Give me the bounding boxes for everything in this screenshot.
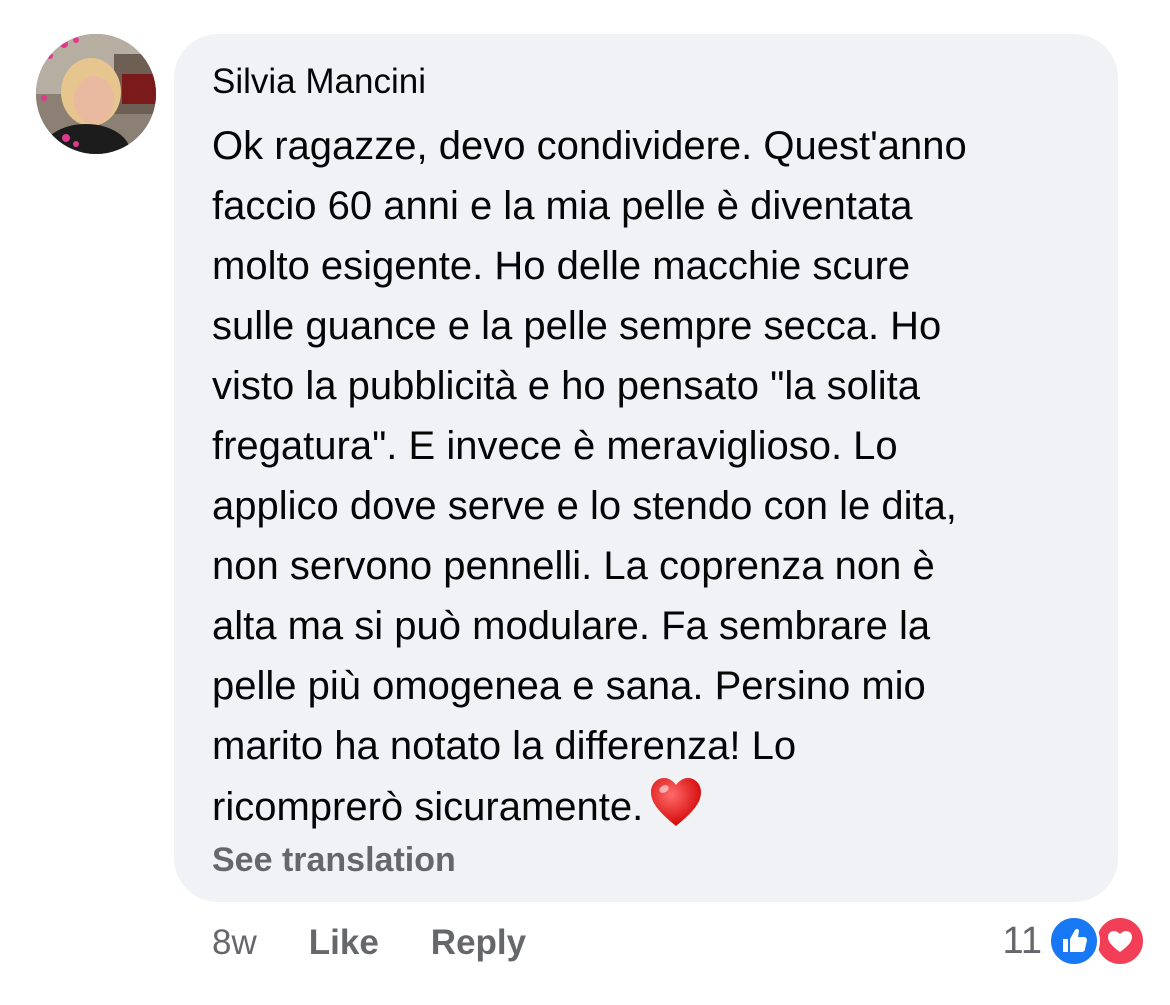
comment-line: non servono pennelli. La coprenza non è xyxy=(212,544,935,588)
comment-line: marito ha notato la differenza! Lo xyxy=(212,724,797,768)
comment-bubble: Silvia Mancini Ok ragazze, devo condivid… xyxy=(174,34,1118,902)
see-translation-link[interactable]: See translation xyxy=(212,840,456,880)
comment-line: alta ma si può modulare. Fa sembrare la xyxy=(212,604,931,648)
comment-line: faccio 60 anni e la mia pelle è diventat… xyxy=(212,184,913,228)
reaction-count: 11 xyxy=(1002,919,1042,962)
comment-line: applico dove serve e lo stendo con le di… xyxy=(212,484,957,528)
comment-text: Ok ragazze, devo condividere. Quest'anno… xyxy=(212,116,1102,845)
like-button[interactable]: Like xyxy=(309,923,379,963)
comment-timestamp[interactable]: 8w xyxy=(212,923,257,963)
comment-line: visto la pubblicità e ho pensato "la sol… xyxy=(212,364,920,408)
comment-line: fregatura". E invece è meraviglioso. Lo xyxy=(212,424,898,468)
author-name[interactable]: Silvia Mancini xyxy=(212,61,1118,103)
comment-actions: 8w Like Reply xyxy=(212,921,578,965)
reply-button[interactable]: Reply xyxy=(431,923,526,963)
comment-line: molto esigente. Ho delle macchie scure xyxy=(212,244,911,288)
heart-icon xyxy=(649,776,703,845)
avatar-image xyxy=(36,34,156,154)
like-reaction-icon xyxy=(1048,915,1100,967)
comment-line: pelle più omogenea e sana. Persino mio xyxy=(212,664,926,708)
reaction-icons xyxy=(1048,915,1148,967)
love-reaction-icon xyxy=(1094,915,1146,967)
comment-line: Ok ragazze, devo condividere. Quest'anno xyxy=(212,124,967,168)
comment-line-last: ricomprerò sicuramente. xyxy=(212,776,1102,845)
comment-line: sulle guance e la pelle sempre secca. Ho xyxy=(212,304,942,348)
comment-line-text: ricomprerò sicuramente. xyxy=(212,785,644,829)
reaction-summary[interactable]: 11 xyxy=(1003,915,1148,967)
avatar[interactable] xyxy=(36,34,156,154)
